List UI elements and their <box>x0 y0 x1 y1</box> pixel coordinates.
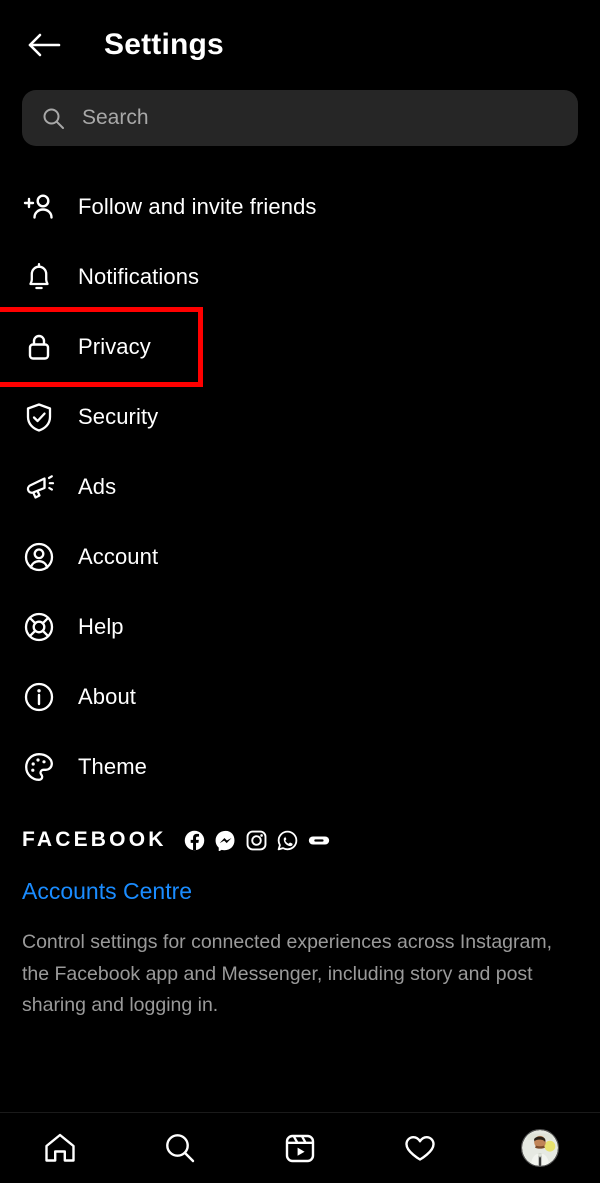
facebook-app-icons <box>184 829 330 851</box>
reels-icon <box>285 1134 315 1163</box>
nav-activity-button[interactable] <box>360 1113 480 1183</box>
messenger-icon <box>215 829 237 851</box>
menu-item-label: Notifications <box>78 264 200 289</box>
bell-icon <box>22 260 56 294</box>
lock-icon <box>22 330 56 364</box>
accounts-centre-description: Control settings for connected experienc… <box>22 931 553 1017</box>
menu-item-follow-and-invite-friends[interactable]: Follow and invite friends <box>0 172 600 242</box>
menu-item-label: Privacy <box>78 334 151 359</box>
menu-item-notifications[interactable]: Notifications <box>0 242 600 312</box>
search-placeholder: Search <box>82 106 149 129</box>
menu-item-theme[interactable]: Theme <box>0 732 600 802</box>
nav-home-button[interactable] <box>0 1113 120 1183</box>
menu-item-label: Ads <box>78 474 117 499</box>
home-icon <box>45 1133 75 1162</box>
menu-item-label: About <box>78 684 136 709</box>
menu-item-label: Security <box>78 404 159 429</box>
facebook-brand-label: FACEBOOK <box>22 828 167 851</box>
facebook-section: FACEBOOK Accounts Centre Control setting… <box>0 828 600 1022</box>
menu-item-label: Theme <box>78 754 147 779</box>
search-section: Search <box>0 90 600 146</box>
page-title: Settings <box>104 28 224 61</box>
menu-item-security[interactable]: Security <box>0 382 600 452</box>
search-icon <box>166 1134 195 1163</box>
menu-item-privacy[interactable]: Privacy <box>0 307 203 387</box>
header: Settings <box>0 0 600 90</box>
lifebuoy-icon <box>22 610 56 644</box>
search-icon <box>40 105 66 131</box>
menu-item-label: Account <box>78 544 159 569</box>
info-circle-icon <box>22 680 56 714</box>
bottom-navigation <box>0 1112 600 1183</box>
shield-check-icon <box>22 400 56 434</box>
menu-item-about[interactable]: About <box>0 662 600 732</box>
account-circle-icon <box>22 540 56 574</box>
arrow-left-icon <box>28 33 61 57</box>
settings-screen: Settings Search Follow and invite friend… <box>0 0 600 1183</box>
megaphone-icon <box>22 470 56 504</box>
menu-item-account[interactable]: Account <box>0 522 600 592</box>
palette-icon <box>22 750 56 784</box>
nav-reels-button[interactable] <box>240 1113 360 1183</box>
nav-search-button[interactable] <box>120 1113 240 1183</box>
accounts-centre-link[interactable]: Accounts Centre <box>22 878 578 905</box>
back-button[interactable] <box>22 22 68 68</box>
whatsapp-icon <box>277 829 299 851</box>
facebook-icon <box>184 829 206 851</box>
menu-item-label: Help <box>78 614 124 639</box>
heart-icon <box>405 1136 435 1161</box>
settings-menu: Follow and invite friends Notifications … <box>0 172 600 802</box>
facebook-brand-row: FACEBOOK <box>22 828 578 852</box>
person-add-icon <box>22 190 56 224</box>
menu-item-label: Follow and invite friends <box>78 194 317 219</box>
menu-item-ads[interactable]: Ads <box>0 452 600 522</box>
instagram-icon <box>246 829 268 851</box>
nav-profile-button[interactable] <box>480 1113 600 1183</box>
menu-item-help[interactable]: Help <box>0 592 600 662</box>
search-input[interactable]: Search <box>22 90 578 146</box>
profile-avatar <box>521 1129 559 1167</box>
portal-icon <box>308 829 330 851</box>
